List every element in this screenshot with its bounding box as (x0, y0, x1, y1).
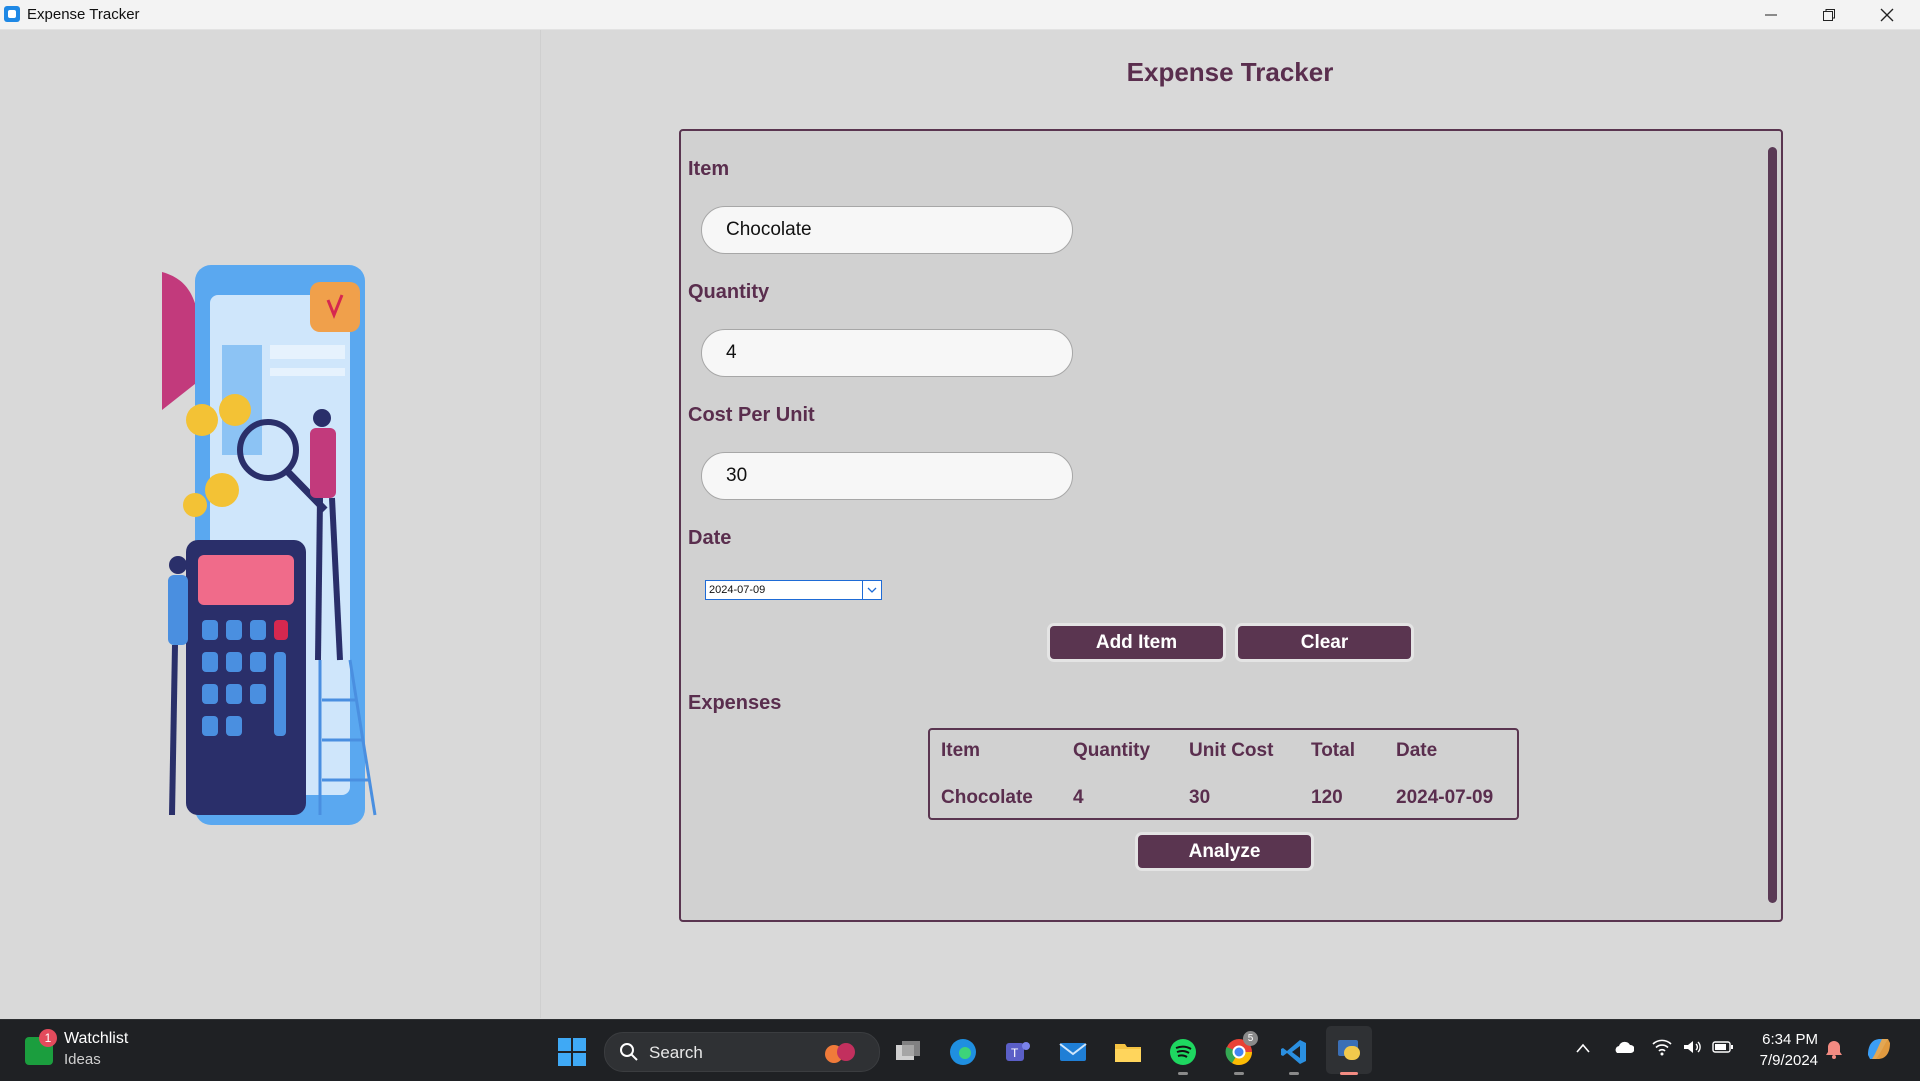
taskbar: 1 Watchlist Ideas Search T 5 6:34 PM 7/9… (0, 1019, 1920, 1081)
item-field[interactable] (701, 206, 1073, 254)
table-cell-unit-cost: 30 (1189, 787, 1211, 808)
file-explorer-icon[interactable] (1113, 1037, 1143, 1067)
table-cell-quantity: 4 (1073, 787, 1084, 808)
notification-badge: 1 (39, 1029, 57, 1047)
search-icon (620, 1043, 638, 1061)
table-cell-total: 120 (1311, 787, 1343, 808)
clock-time[interactable]: 6:34 PM (1758, 1031, 1818, 1048)
app-title: Expense Tracker (1126, 57, 1334, 87)
python-app-taskbar-button[interactable] (1326, 1026, 1372, 1074)
date-label: Date (688, 527, 732, 549)
app-icon (4, 6, 20, 22)
analyze-button[interactable]: Analyze (1138, 835, 1311, 868)
spotify-icon[interactable] (1168, 1037, 1198, 1067)
spotify-running-indicator (1178, 1072, 1188, 1075)
wifi-icon[interactable] (1652, 1038, 1672, 1056)
close-button[interactable] (1858, 0, 1916, 29)
task-view-icon[interactable] (893, 1037, 923, 1067)
onedrive-icon[interactable] (1612, 1039, 1634, 1055)
python-app-icon (1338, 1040, 1360, 1060)
taskbar-search[interactable]: Search (604, 1032, 880, 1072)
column-header-date: Date (1396, 740, 1438, 761)
notification-bell-icon[interactable] (1825, 1039, 1843, 1059)
table-cell-item: Chocolate (941, 787, 1033, 808)
clock-date[interactable]: 7/9/2024 (1748, 1052, 1818, 1069)
date-dropdown-button[interactable] (862, 581, 881, 599)
clear-button[interactable]: Clear (1238, 626, 1411, 659)
copilot-icon[interactable] (1864, 1035, 1894, 1063)
item-label: Item (688, 158, 730, 180)
volume-icon[interactable] (1682, 1038, 1702, 1056)
quantity-field[interactable] (701, 329, 1073, 377)
quantity-label: Quantity (688, 281, 770, 303)
search-highlight-icon (825, 1043, 855, 1063)
panel-divider (540, 30, 541, 1018)
chrome-running-indicator (1234, 1072, 1244, 1075)
widget-title: Watchlist (64, 1030, 129, 1047)
cost-per-unit-input[interactable] (726, 453, 1046, 499)
restore-button[interactable] (1800, 0, 1858, 29)
edge-icon[interactable] (948, 1037, 978, 1067)
vscode-icon[interactable] (1279, 1037, 1309, 1067)
vscode-running-indicator (1289, 1072, 1299, 1075)
minimize-icon (1765, 14, 1777, 16)
finance-illustration (162, 265, 377, 825)
close-icon (1880, 8, 1894, 22)
column-header-item: Item (941, 740, 981, 761)
search-placeholder: Search (649, 1043, 703, 1062)
window-title-bar: Expense Tracker (0, 0, 1920, 30)
battery-icon[interactable] (1712, 1040, 1734, 1054)
cost-per-unit-label: Cost Per Unit (688, 404, 815, 426)
date-value: 2024-07-09 (709, 584, 766, 596)
chevron-down-icon (867, 587, 877, 593)
restore-icon (1823, 9, 1835, 21)
chrome-badge: 5 (1243, 1031, 1258, 1046)
quantity-input[interactable] (726, 330, 1046, 376)
cost-per-unit-field[interactable] (701, 452, 1073, 500)
add-item-button[interactable]: Add Item (1050, 626, 1223, 659)
teams-icon[interactable]: T (1003, 1037, 1033, 1067)
window-title: Expense Tracker (27, 6, 140, 23)
svg-text:T: T (1011, 1046, 1019, 1060)
expenses-label: Expenses (688, 692, 782, 714)
date-picker[interactable]: 2024-07-09 (705, 580, 882, 600)
table-cell-date: 2024-07-09 (1396, 787, 1494, 808)
column-header-unit-cost: Unit Cost (1189, 740, 1274, 761)
minimize-button[interactable] (1742, 0, 1800, 29)
column-header-total: Total (1311, 740, 1355, 761)
item-input[interactable] (726, 207, 1046, 253)
start-icon[interactable] (557, 1037, 587, 1067)
column-header-quantity: Quantity (1073, 740, 1151, 761)
mail-icon[interactable] (1058, 1037, 1088, 1067)
chevron-up-icon[interactable] (1575, 1042, 1591, 1054)
active-app-indicator (1340, 1072, 1358, 1075)
widget-subtitle: Ideas (64, 1051, 101, 1068)
vertical-scrollbar[interactable] (1768, 147, 1777, 903)
